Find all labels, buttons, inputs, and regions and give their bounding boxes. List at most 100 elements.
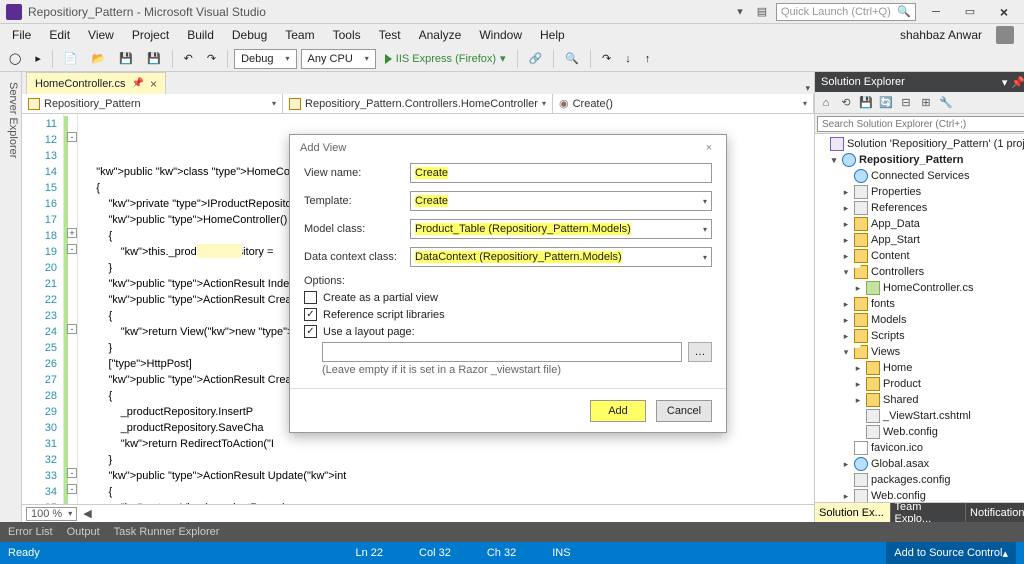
sync-icon[interactable]: ⟲ xyxy=(837,94,855,112)
step-out-icon[interactable]: ↑ xyxy=(640,49,656,69)
template-combo[interactable]: Create▾ xyxy=(410,191,712,211)
step-into-icon[interactable]: ↓ xyxy=(620,49,636,69)
show-all-icon[interactable]: ⊞ xyxy=(917,94,935,112)
menu-project[interactable]: Project xyxy=(124,26,177,44)
tree-node[interactable]: ▸Home xyxy=(817,360,1024,376)
menu-test[interactable]: Test xyxy=(371,26,409,44)
tree-solution[interactable]: Solution 'Repositiory_Pattern' (1 projec… xyxy=(817,136,1024,152)
menu-debug[interactable]: Debug xyxy=(224,26,275,44)
tree-node[interactable]: ▸Content xyxy=(817,248,1024,264)
tree-node[interactable]: ▸App_Data xyxy=(817,216,1024,232)
tree-node[interactable]: favicon.ico xyxy=(817,440,1024,456)
checkbox-refscript[interactable]: ✓Reference script libraries xyxy=(304,308,712,321)
dialog-close-icon[interactable]: × xyxy=(702,141,716,155)
menu-help[interactable]: Help xyxy=(532,26,573,44)
menu-build[interactable]: Build xyxy=(179,26,222,44)
tree-node[interactable]: ▸Properties xyxy=(817,184,1024,200)
solution-search[interactable] xyxy=(815,114,1024,134)
zoom-combo[interactable]: 100 %▾ xyxy=(26,507,77,521)
tree-node[interactable]: ▸References xyxy=(817,200,1024,216)
menu-edit[interactable]: Edit xyxy=(41,26,78,44)
view-name-input[interactable]: Create xyxy=(410,163,712,183)
tree-node[interactable]: ▾Views xyxy=(817,344,1024,360)
minimize-button[interactable]: ─ xyxy=(922,2,950,22)
step-over-icon[interactable]: ↷ xyxy=(597,49,616,69)
tree-node[interactable]: ▸Scripts xyxy=(817,328,1024,344)
tab-server-explorer[interactable]: Server Explorer xyxy=(7,78,19,516)
refresh-icon[interactable]: 🔄 xyxy=(877,94,895,112)
checkbox-uselayout[interactable]: ✓Use a layout page: xyxy=(304,325,712,338)
menu-bar: File Edit View Project Build Debug Team … xyxy=(0,24,1024,46)
menu-analyze[interactable]: Analyze xyxy=(411,26,470,44)
user-badge[interactable]: shahbaz Anwar xyxy=(892,26,1020,44)
panel-menu-icon[interactable]: ▾ xyxy=(1002,76,1008,89)
menu-team[interactable]: Team xyxy=(277,26,322,44)
tab-solution-explorer[interactable]: Solution Ex... xyxy=(815,503,891,522)
tree-node[interactable]: ▸Shared xyxy=(817,392,1024,408)
label-model: Model class: xyxy=(304,223,402,235)
tab-output[interactable]: Output xyxy=(67,526,100,538)
notifications-icon[interactable]: ▾ xyxy=(732,4,748,20)
add-button[interactable]: Add xyxy=(590,400,646,422)
menu-view[interactable]: View xyxy=(80,26,122,44)
layout-path-input[interactable] xyxy=(322,342,682,362)
tab-overflow-icon[interactable]: ▾ xyxy=(805,83,810,94)
model-combo[interactable]: Product_Table (Repositiory_Pattern.Model… xyxy=(410,219,712,239)
breadcrumb-method[interactable]: ◉Create()▾ xyxy=(553,94,814,113)
tree-node[interactable]: Connected Services xyxy=(817,168,1024,184)
panel-pin-icon[interactable]: 📌 xyxy=(1011,76,1024,89)
tree-node[interactable]: ▸Product xyxy=(817,376,1024,392)
maximize-button[interactable]: ▭ xyxy=(956,2,984,22)
home-icon[interactable]: ⌂ xyxy=(817,94,835,112)
tab-team-explorer[interactable]: Team Explo... xyxy=(891,503,967,522)
undo-icon[interactable]: ↶ xyxy=(179,49,198,69)
pin-icon[interactable]: 📌 xyxy=(131,78,143,89)
tree-project[interactable]: ▾Repositiory_Pattern xyxy=(817,152,1024,168)
save-icon[interactable]: 💾 xyxy=(114,49,138,69)
checkbox-partial[interactable]: Create as a partial view xyxy=(304,291,712,304)
redo-icon[interactable]: ↷ xyxy=(202,49,221,69)
tree-node[interactable]: packages.config xyxy=(817,472,1024,488)
close-button[interactable]: × xyxy=(990,2,1018,22)
menu-tools[interactable]: Tools xyxy=(325,26,369,44)
tree-node[interactable]: Web.config xyxy=(817,424,1024,440)
feedback-icon[interactable]: ▤ xyxy=(754,4,770,20)
save-icon[interactable]: 💾 xyxy=(857,94,875,112)
breadcrumb-project[interactable]: Repositiory_Pattern▾ xyxy=(22,94,283,113)
cancel-button[interactable]: Cancel xyxy=(656,400,712,422)
tree-node[interactable]: ▸Web.config xyxy=(817,488,1024,502)
tree-node[interactable]: ▸Models xyxy=(817,312,1024,328)
tab-notifications[interactable]: Notifications xyxy=(966,503,1024,522)
config-combo[interactable]: Debug▾ xyxy=(234,49,296,69)
menu-file[interactable]: File xyxy=(4,26,39,44)
tree-node[interactable]: _ViewStart.cshtml xyxy=(817,408,1024,424)
menu-window[interactable]: Window xyxy=(471,26,530,44)
dialog-title: Add View xyxy=(300,142,346,154)
context-combo[interactable]: DataContext (Repositiory_Pattern.Models)… xyxy=(410,247,712,267)
open-icon[interactable]: 📂 xyxy=(87,49,111,69)
nav-fwd-icon[interactable]: ▸ xyxy=(30,49,46,69)
layout-browse-button[interactable]: … xyxy=(688,342,712,362)
tree-node[interactable]: ▸HomeController.cs xyxy=(817,280,1024,296)
properties-icon[interactable]: 🔧 xyxy=(937,94,955,112)
document-tab[interactable]: HomeController.cs 📌 × xyxy=(26,72,166,94)
tree-node[interactable]: ▾Controllers xyxy=(817,264,1024,280)
quick-launch-input[interactable]: Quick Launch (Ctrl+Q)🔍 xyxy=(776,3,916,21)
platform-combo[interactable]: Any CPU▾ xyxy=(301,49,376,69)
solution-tree[interactable]: Solution 'Repositiory_Pattern' (1 projec… xyxy=(815,134,1024,502)
find-icon[interactable]: 🔍 xyxy=(560,49,584,69)
tree-node[interactable]: ▸Global.asax xyxy=(817,456,1024,472)
tab-close-icon[interactable]: × xyxy=(150,77,157,91)
new-project-icon[interactable]: 📄 xyxy=(59,49,83,69)
tree-node[interactable]: ▸fonts xyxy=(817,296,1024,312)
run-button[interactable]: IIS Express (Firefox) ▾ xyxy=(380,49,511,69)
tab-task-runner[interactable]: Task Runner Explorer xyxy=(114,526,220,538)
breadcrumb-class[interactable]: Repositiory_Pattern.Controllers.HomeCont… xyxy=(283,94,553,113)
nav-back-icon[interactable]: ◯ xyxy=(4,49,26,69)
source-control-button[interactable]: Add to Source Control ▴ xyxy=(886,542,1016,564)
save-all-icon[interactable]: 💾 xyxy=(142,49,166,69)
tab-error-list[interactable]: Error List xyxy=(8,526,53,538)
collapse-icon[interactable]: ⊟ xyxy=(897,94,915,112)
tree-node[interactable]: ▸App_Start xyxy=(817,232,1024,248)
browser-link-icon[interactable]: 🔗 xyxy=(524,49,548,69)
